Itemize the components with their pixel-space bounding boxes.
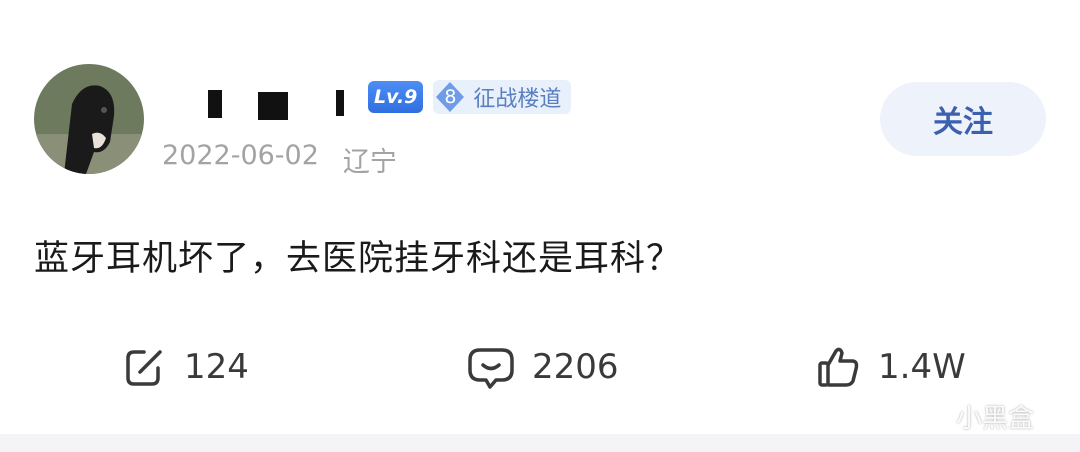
medal-name: 征战楼道 — [473, 87, 562, 112]
like-button[interactable]: 1.4W — [814, 342, 966, 392]
footer-divider — [0, 434, 1080, 452]
share-count: 124 — [184, 347, 249, 387]
level-badge: Lv.9 — [368, 81, 424, 113]
share-icon — [126, 350, 162, 386]
watermark: 小黑盒 — [916, 398, 1034, 435]
medal-badge[interactable]: 8 征战楼道 — [433, 80, 572, 114]
medal-icon: 8 — [433, 80, 467, 114]
post-date: 2022-06-02 — [162, 140, 319, 171]
username[interactable] — [160, 80, 360, 120]
watermark-text: 小黑盒 — [956, 404, 1035, 434]
xiaoheihe-logo-icon — [917, 399, 949, 434]
share-button[interactable]: 124 — [122, 342, 249, 392]
post-text[interactable]: 蓝牙耳机坏了，去医院挂牙科还是耳科？ — [34, 230, 682, 281]
comment-button[interactable]: 2206 — [466, 342, 619, 392]
like-count: 1.4W — [878, 347, 966, 387]
comment-icon — [468, 348, 514, 389]
thumbs-up-icon — [818, 347, 859, 387]
medal-number: 8 — [444, 86, 457, 108]
user-info-row: Lv.9 8 征战楼道 — [160, 80, 572, 120]
post-meta: 2022-06-02 辽宁 — [162, 140, 397, 179]
avatar[interactable] — [34, 64, 144, 174]
comment-count: 2206 — [532, 347, 619, 387]
follow-button[interactable]: 关注 — [880, 82, 1046, 156]
post-location: 辽宁 — [342, 147, 397, 178]
